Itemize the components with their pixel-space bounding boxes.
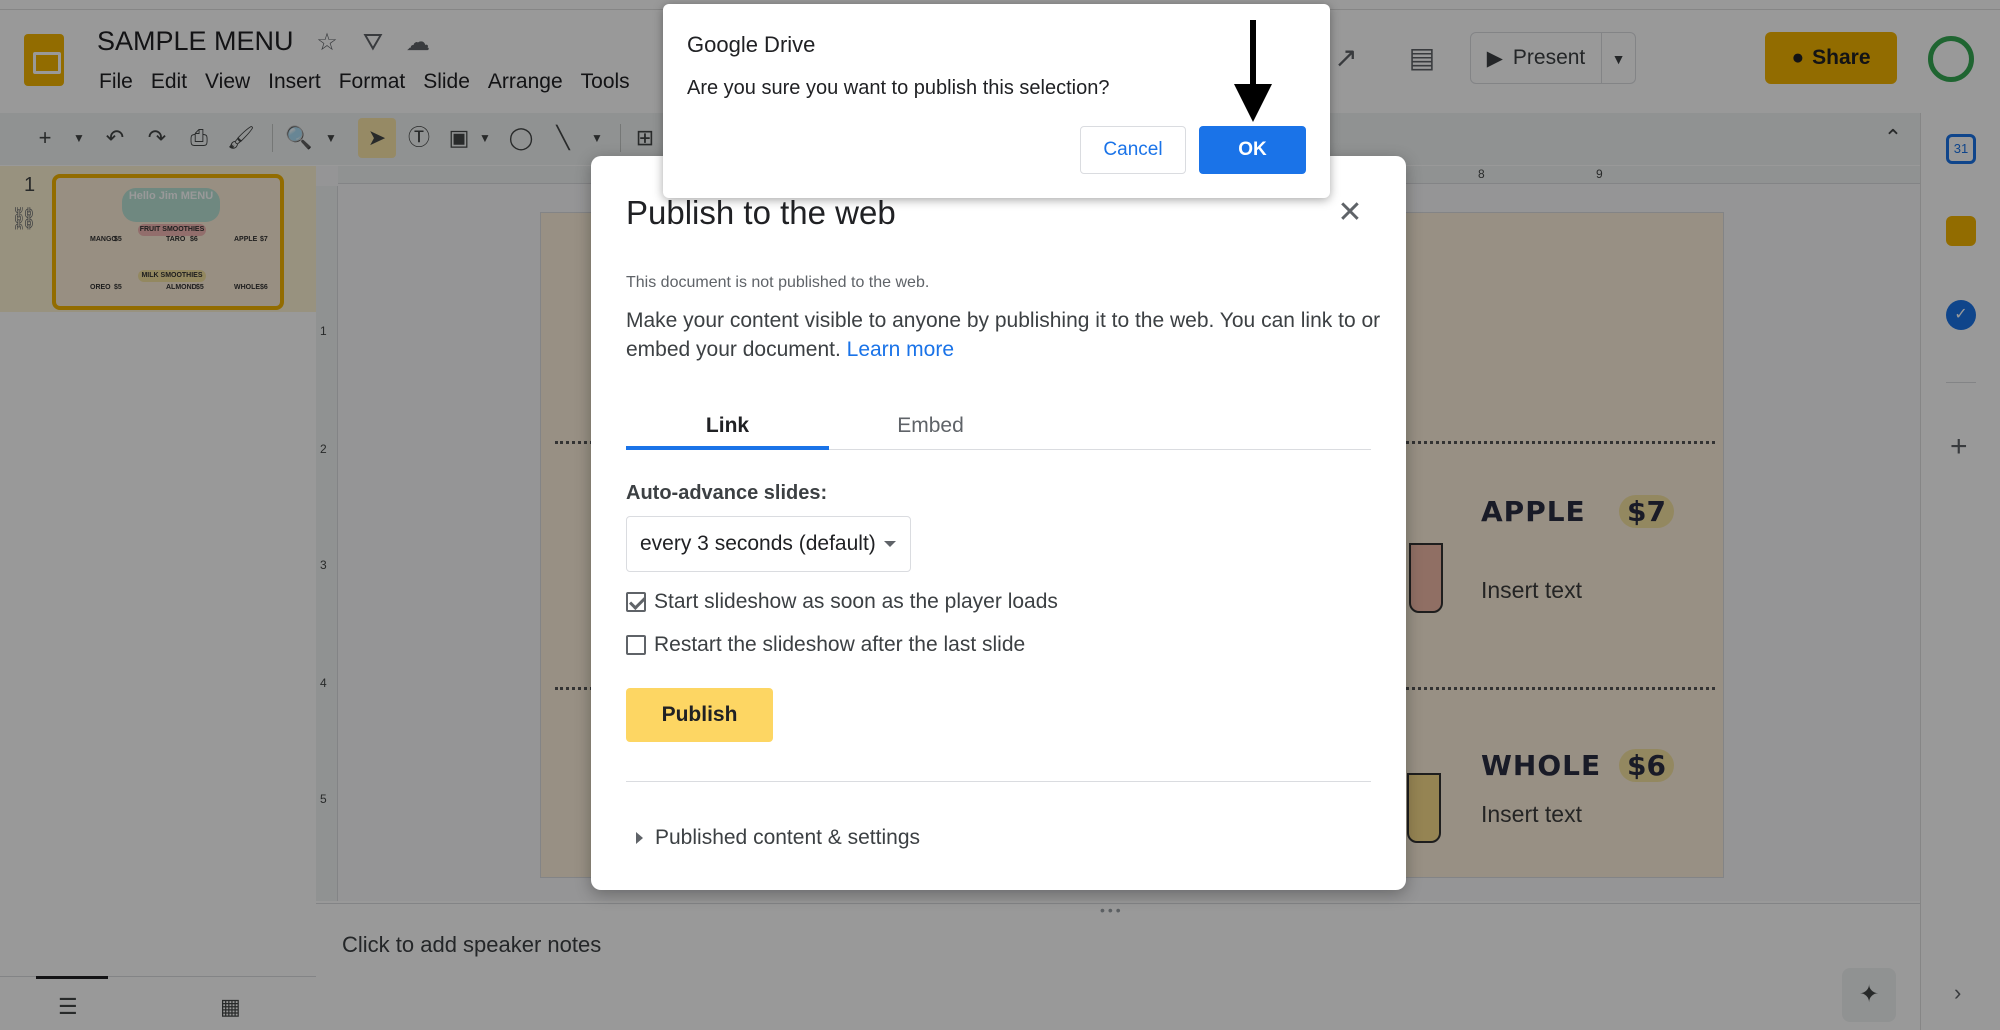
confirm-title: Google Drive [687,32,816,57]
dialog-title: Publish to the web [626,194,896,231]
auto-advance-select[interactable]: every 3 seconds (default) [626,516,911,572]
annotation-arrow-icon [1250,20,1256,90]
confirm-message: Are you sure you want to publish this se… [687,77,1110,99]
publish-tabs: Link Embed [626,406,1371,450]
confirm-publish-dialog: Google Drive Are you sure you want to pu… [663,4,1330,198]
tab-link[interactable]: Link [626,406,829,450]
restart-slideshow-row[interactable]: Restart the slideshow after the last sli… [626,633,1025,657]
dropdown-caret-icon [884,541,896,547]
auto-advance-value: every 3 seconds (default) [640,532,876,555]
tab-embed[interactable]: Embed [829,406,1032,450]
auto-advance-label: Auto-advance slides: [626,482,828,504]
dialog-divider [626,781,1371,782]
restart-slideshow-checkbox[interactable] [626,635,646,655]
cancel-button[interactable]: Cancel [1080,126,1186,174]
expand-triangle-icon [636,832,643,844]
publish-button[interactable]: Publish [626,688,773,742]
start-slideshow-label: Start slideshow as soon as the player lo… [654,590,1058,613]
publish-status: This document is not published to the we… [626,274,930,291]
start-slideshow-checkbox[interactable] [626,592,646,612]
publish-description: Make your content visible to anyone by p… [626,306,1386,364]
annotation-arrow-head-icon [1234,84,1272,122]
description-text: Make your content visible to anyone by p… [626,309,1381,361]
publish-to-web-dialog: Publish to the web ✕ This document is no… [591,156,1406,890]
published-settings-label: Published content & settings [655,826,921,849]
learn-more-link[interactable]: Learn more [847,338,954,361]
close-icon[interactable]: ✕ [1333,196,1367,230]
ok-button[interactable]: OK [1199,126,1306,174]
start-slideshow-row[interactable]: Start slideshow as soon as the player lo… [626,590,1058,614]
published-settings-expander[interactable]: Published content & settings [636,826,920,850]
restart-slideshow-label: Restart the slideshow after the last sli… [654,633,1026,656]
